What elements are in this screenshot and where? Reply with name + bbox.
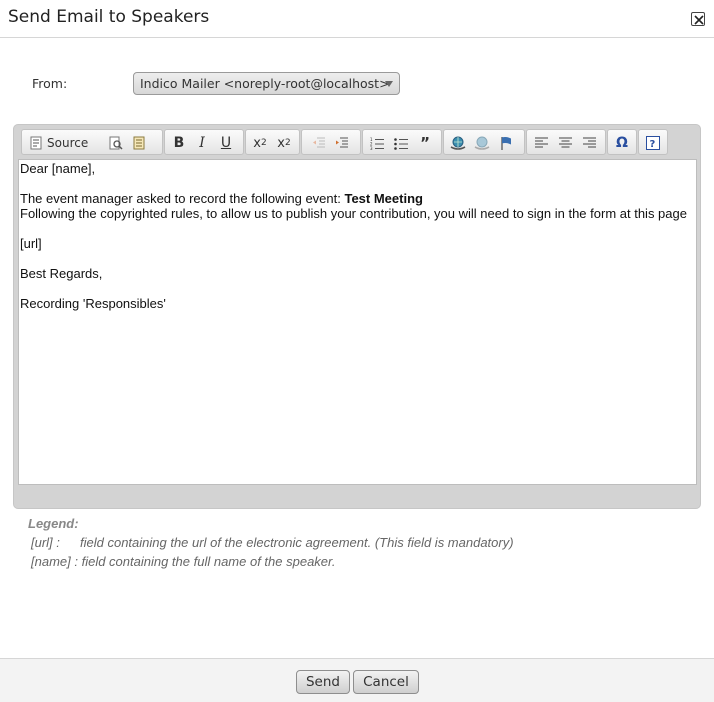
legend: Legend: [url] : field containing the url …: [28, 514, 514, 571]
close-icon[interactable]: [691, 12, 705, 26]
italic-icon[interactable]: I: [192, 133, 212, 153]
svg-text:?: ?: [650, 139, 656, 150]
toolbar-group-script: x2 x2: [245, 129, 300, 155]
body-signature: Recording 'Responsibles': [20, 296, 166, 311]
align-right-icon[interactable]: [579, 133, 599, 153]
chevron-down-icon: [385, 81, 393, 87]
toolbar-group-lists: 123 ”: [362, 129, 442, 155]
dialog-footer: Send Cancel: [0, 658, 714, 702]
about-icon[interactable]: ?: [643, 133, 663, 153]
underline-icon[interactable]: U: [216, 133, 236, 153]
from-select[interactable]: Indico Mailer <noreply-root@localhost>: [133, 72, 400, 95]
outdent-icon[interactable]: [309, 133, 329, 153]
unlink-icon[interactable]: [472, 133, 492, 153]
body-closing: Best Regards,: [20, 266, 103, 281]
body-instructions: Following the copyrighted rules, to allo…: [20, 206, 687, 221]
toolbar-group-links: [443, 129, 525, 155]
body-event-prefix: The event manager asked to record the fo…: [20, 191, 345, 206]
editor-statusbar: [14, 487, 700, 508]
legend-url-desc: field containing the url of the electron…: [80, 535, 514, 550]
legend-title: Legend:: [28, 516, 79, 531]
body-greeting: Dear [name],: [20, 161, 96, 176]
toolbar-group-indent: [301, 129, 361, 155]
editor-toolbar: Source B I U x2 x2 1 2 3 ” Ω ?: [14, 125, 700, 159]
source-icon[interactable]: [26, 133, 46, 153]
indent-icon[interactable]: [332, 133, 352, 153]
special-char-icon[interactable]: Ω: [612, 133, 632, 153]
from-select-value: Indico Mailer <noreply-root@localhost>: [140, 76, 390, 91]
legend-row-url: [url] : field containing the url of the e…: [28, 533, 514, 552]
subscript-icon[interactable]: x2: [250, 133, 270, 153]
preview-icon[interactable]: [106, 133, 126, 153]
anchor-icon[interactable]: [496, 133, 516, 153]
align-left-icon[interactable]: [531, 133, 551, 153]
send-email-dialog: Send Email to Speakers From: Indico Mail…: [0, 0, 714, 702]
toolbar-group-document: Source: [21, 129, 163, 155]
templates-icon[interactable]: [129, 133, 149, 153]
source-button[interactable]: Source: [47, 133, 88, 153]
superscript-icon[interactable]: x2: [274, 133, 294, 153]
align-center-icon[interactable]: [555, 133, 575, 153]
legend-name-key: [name] :: [31, 554, 78, 569]
numbered-list-icon[interactable]: 123: [367, 133, 387, 153]
toolbar-group-align: [526, 129, 606, 155]
body-event-line: The event manager asked to record the fo…: [20, 191, 696, 206]
legend-row-name: [name] : field containing the full name …: [28, 552, 514, 571]
body-event-name: Test Meeting: [344, 191, 423, 206]
toolbar-group-insert: Ω: [607, 129, 637, 155]
svg-text:3: 3: [370, 146, 373, 150]
bold-icon[interactable]: B: [169, 133, 189, 153]
toolbar-group-basic: B I U: [164, 129, 244, 155]
toolbar-group-about: ?: [638, 129, 668, 155]
editor-content[interactable]: Dear [name], The event manager asked to …: [18, 159, 697, 485]
dialog-title: Send Email to Speakers: [8, 7, 210, 27]
legend-url-key: [url] :: [31, 535, 60, 550]
body-url-placeholder: [url]: [20, 236, 42, 251]
dialog-titlebar: Send Email to Speakers: [0, 0, 714, 38]
send-button[interactable]: Send: [296, 670, 350, 694]
blockquote-icon[interactable]: ”: [415, 133, 435, 153]
from-label: From:: [32, 76, 68, 91]
link-icon[interactable]: [448, 133, 468, 153]
bulleted-list-icon[interactable]: [391, 133, 411, 153]
cancel-button[interactable]: Cancel: [353, 670, 419, 694]
legend-name-desc: field containing the full name of the sp…: [81, 554, 336, 569]
rich-text-editor: Source B I U x2 x2 1 2 3 ” Ω ? Dear [nam…: [13, 124, 701, 509]
